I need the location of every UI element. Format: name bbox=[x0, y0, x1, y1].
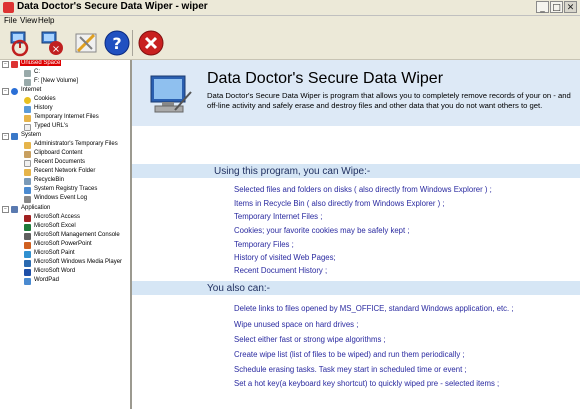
event-log-icon bbox=[24, 196, 31, 203]
tree-item-app[interactable]: MicroSoft Excel bbox=[34, 223, 76, 229]
tree-item-unused-space[interactable]: Unused Space bbox=[20, 60, 62, 66]
menu-file[interactable]: File bbox=[4, 16, 17, 25]
header-banner: Data Doctor's Secure Data Wiper Data Doc… bbox=[132, 60, 580, 126]
close-button[interactable]: ✕ bbox=[564, 1, 577, 13]
tree-item-drive-c[interactable]: C: bbox=[34, 69, 40, 75]
tree-item-app[interactable]: MicroSoft Management Console bbox=[34, 232, 120, 238]
tree-item-recent-network[interactable]: Recent Network Folder bbox=[34, 168, 95, 174]
feature-item: Wipe unused space on hard drives ; bbox=[234, 320, 359, 329]
feature-item: Select either fast or strong wipe algori… bbox=[234, 335, 386, 344]
drive-icon bbox=[24, 70, 31, 77]
feature-item: History of visited Web Pages; bbox=[234, 253, 336, 262]
access-icon bbox=[24, 215, 31, 222]
media-player-icon bbox=[24, 260, 31, 267]
tree-item-app[interactable]: WordPad bbox=[34, 277, 59, 283]
tree-item-event-log[interactable]: Windows Event Log bbox=[34, 195, 87, 201]
tree-item-admin-temp[interactable]: Administrator's Temporary Files bbox=[34, 141, 118, 147]
tree-item-typed-urls[interactable]: Typed URL's bbox=[34, 123, 68, 129]
tree-item-recent-docs[interactable]: Recent Documents bbox=[34, 159, 85, 165]
menu-view[interactable]: View bbox=[20, 16, 37, 25]
cookie-icon bbox=[24, 97, 31, 104]
network-folder-icon bbox=[24, 169, 31, 176]
tree-item-recyclebin[interactable]: RecycleBin bbox=[34, 177, 64, 183]
globe-icon bbox=[11, 88, 18, 95]
console-icon bbox=[24, 233, 31, 240]
exit-icon[interactable] bbox=[137, 29, 165, 57]
section-title-wipe: Using this program, you can Wipe:- bbox=[214, 166, 371, 177]
tree-item-app[interactable]: MicroSoft Windows Media Player bbox=[34, 259, 122, 265]
svg-text:?: ? bbox=[112, 34, 121, 53]
section-header-bar bbox=[132, 281, 580, 295]
application-icon bbox=[11, 206, 18, 213]
collapse-toggle[interactable]: − bbox=[2, 206, 9, 213]
document-icon bbox=[24, 160, 31, 167]
app-icon bbox=[3, 2, 14, 13]
unused-space-icon bbox=[11, 61, 18, 68]
tree-item-registry[interactable]: System Registry Traces bbox=[34, 186, 97, 192]
collapse-toggle[interactable]: − bbox=[2, 61, 9, 68]
folder-icon bbox=[24, 142, 31, 149]
feature-item: Schedule erasing tasks. Task mey start i… bbox=[234, 365, 467, 374]
product-description: Data Doctor's Secure Data Wiper is progr… bbox=[207, 91, 571, 110]
excel-icon bbox=[24, 224, 31, 231]
feature-item: Create wipe list (list of files to be wi… bbox=[234, 350, 465, 359]
feature-item: Cookies; your favorite cookies may be sa… bbox=[234, 226, 410, 235]
help-icon[interactable]: ? bbox=[103, 29, 131, 57]
wipe-schedule-icon[interactable]: × bbox=[38, 29, 66, 57]
feature-item: Items in Recycle Bin ( also directly fro… bbox=[234, 199, 445, 208]
tree-item-system[interactable]: System bbox=[21, 132, 41, 138]
feature-item: Set a hot key(a keyboard key shortcut) t… bbox=[234, 379, 500, 388]
title-bar: Data Doctor's Secure Data Wiper - wiper … bbox=[0, 0, 580, 16]
feature-item: Temporary Internet Files ; bbox=[234, 212, 323, 221]
document-icon bbox=[24, 124, 31, 131]
tree-item-history[interactable]: History bbox=[34, 105, 53, 111]
tree-item-temp-internet[interactable]: Temporary Internet Files bbox=[34, 114, 99, 120]
collapse-toggle[interactable]: − bbox=[2, 88, 9, 95]
tree-item-app[interactable]: MicroSoft Paint bbox=[34, 250, 75, 256]
tree-item-cookies[interactable]: Cookies bbox=[34, 96, 56, 102]
feature-item: Temporary Files ; bbox=[234, 240, 294, 249]
tree-item-drive-f[interactable]: F: [New Volume] bbox=[34, 78, 78, 84]
feature-item: Recent Document History ; bbox=[234, 266, 328, 275]
tree-item-application[interactable]: Application bbox=[21, 205, 50, 211]
window-title: Data Doctor's Secure Data Wiper - wiper bbox=[17, 1, 208, 12]
feature-item: Selected files and folders on disks ( al… bbox=[234, 185, 492, 194]
settings-tools-icon[interactable] bbox=[72, 29, 100, 57]
folder-icon bbox=[24, 115, 31, 122]
tree-item-app[interactable]: MicroSoft Access bbox=[34, 214, 80, 220]
tree-item-app[interactable]: MicroSoft PowerPoint bbox=[34, 241, 92, 247]
tree-item-internet[interactable]: Internet bbox=[21, 87, 41, 93]
toolbar: × ? bbox=[0, 27, 580, 60]
wipe-icon[interactable] bbox=[6, 29, 34, 57]
tree-item-app[interactable]: MicroSoft Word bbox=[34, 268, 75, 274]
section-title-also: You also can:- bbox=[207, 283, 271, 294]
minimize-button[interactable]: _ bbox=[536, 1, 549, 13]
computer-icon bbox=[11, 133, 18, 140]
powerpoint-icon bbox=[24, 242, 31, 249]
svg-text:×: × bbox=[52, 44, 60, 55]
registry-icon bbox=[24, 187, 31, 194]
maximize-button[interactable]: □ bbox=[550, 1, 563, 13]
product-title: Data Doctor's Secure Data Wiper bbox=[207, 70, 444, 87]
content-panel: Data Doctor's Secure Data Wiper Data Doc… bbox=[132, 60, 580, 409]
category-tree[interactable]: − Unused Space C: F: [New Volume] − Inte… bbox=[0, 60, 132, 409]
menu-bar: File View Help bbox=[0, 16, 580, 27]
clipboard-icon bbox=[24, 151, 31, 158]
history-icon bbox=[24, 106, 31, 113]
feature-item: Delete links to files opened by MS_OFFIC… bbox=[234, 304, 514, 313]
toolbar-separator bbox=[132, 30, 133, 56]
monitor-icon bbox=[147, 74, 193, 123]
recycle-bin-icon bbox=[24, 178, 31, 185]
collapse-toggle[interactable]: − bbox=[2, 133, 9, 140]
paint-icon bbox=[24, 251, 31, 258]
wordpad-icon bbox=[24, 278, 31, 285]
tree-item-clipboard[interactable]: Clipboard Content bbox=[34, 150, 82, 156]
drive-icon bbox=[24, 79, 31, 86]
word-icon bbox=[24, 269, 31, 276]
menu-help[interactable]: Help bbox=[38, 16, 54, 25]
